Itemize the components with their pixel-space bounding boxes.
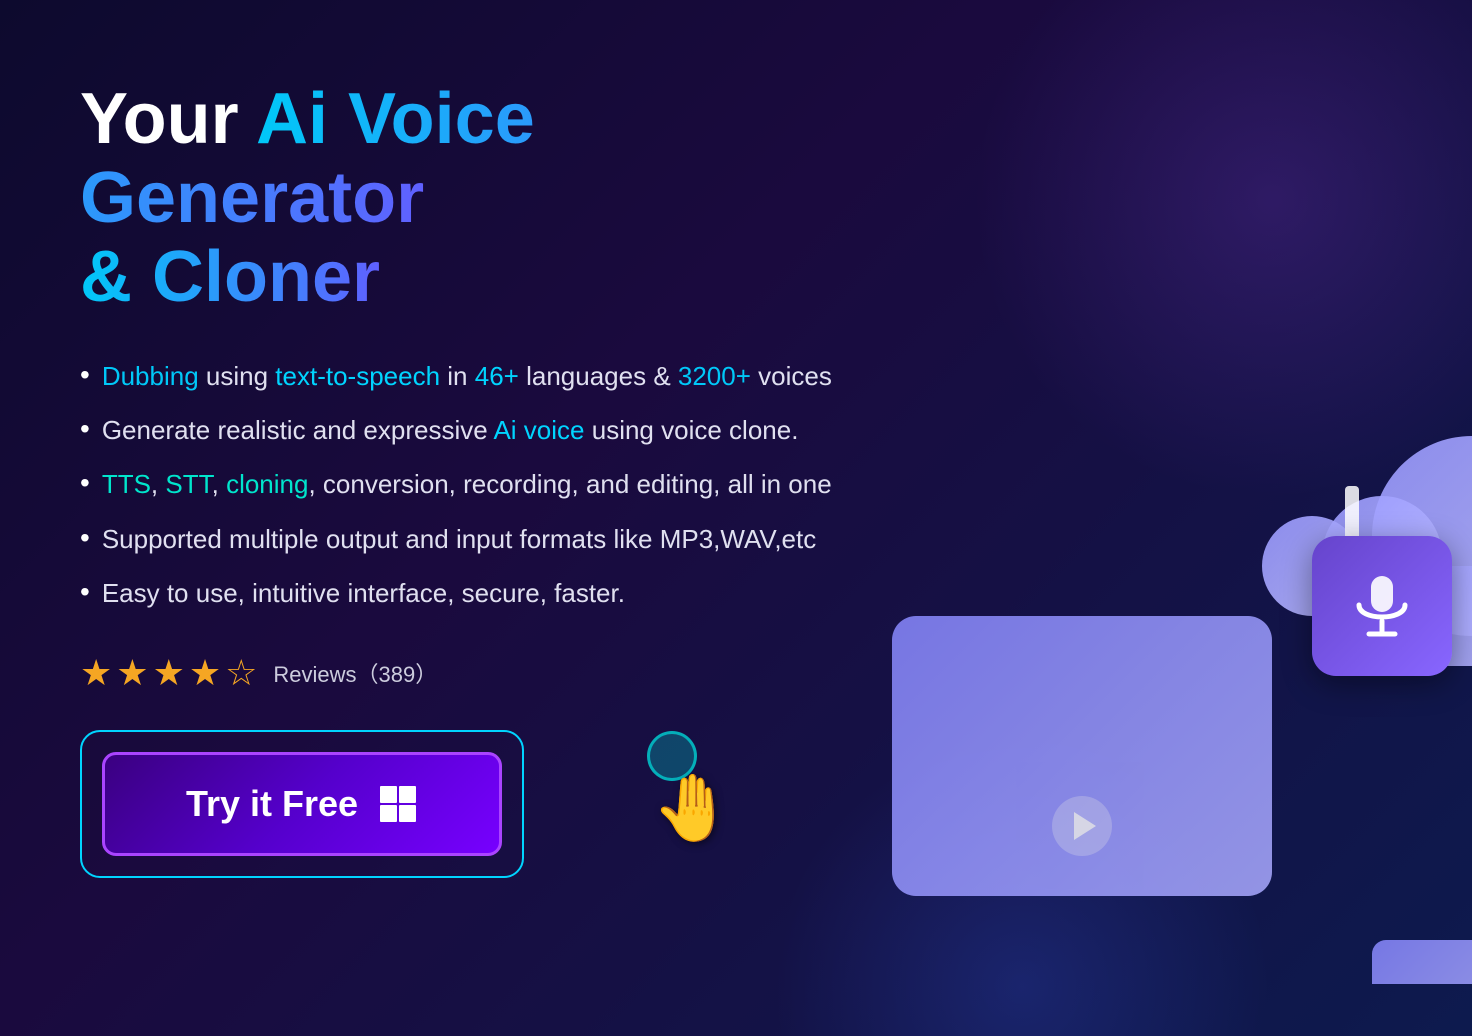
- folder-main: [892, 616, 1272, 896]
- feature-2-text: Generate realistic and expressive Ai voi…: [102, 412, 799, 448]
- hand-cursor-icon: 🤚: [652, 770, 733, 846]
- headline-blue2: & Cloner: [80, 237, 380, 317]
- feature-item-1: Dubbing using text-to-speech in 46+ lang…: [80, 358, 860, 394]
- feature-5-text: Easy to use, intuitive interface, secure…: [102, 575, 625, 611]
- feature-1-tts: text-to-speech: [275, 361, 440, 391]
- illustration: [812, 356, 1432, 1036]
- star-5: ☆: [225, 652, 257, 694]
- feature-item-2: Generate realistic and expressive Ai voi…: [80, 412, 860, 448]
- feature-4-text: Supported multiple output and input form…: [102, 521, 816, 557]
- cta-container: Try it Free 🤚: [80, 730, 524, 878]
- reviews-row: ★ ★ ★ ★ ☆ Reviews（389）: [80, 652, 860, 694]
- feature-3-tts: TTS: [102, 469, 151, 499]
- folder-play-triangle: [1074, 812, 1096, 840]
- feature-2-aivoice: Ai voice: [493, 415, 584, 445]
- feature-3-text: TTS, STT, cloning, conversion, recording…: [102, 466, 832, 502]
- reviews-label: Reviews（389）: [273, 657, 437, 689]
- feature-3-cloning: cloning: [226, 469, 308, 499]
- feature-1-text: Dubbing using text-to-speech in 46+ lang…: [102, 358, 832, 394]
- mic-icon: [1347, 571, 1417, 641]
- feature-1-langs: 46+: [475, 361, 519, 391]
- try-button-label: Try it Free: [186, 783, 358, 825]
- headline-white: Your: [80, 79, 256, 159]
- try-it-free-button[interactable]: Try it Free: [102, 752, 502, 856]
- folder-tab: [1372, 940, 1472, 984]
- feature-3-stt: STT: [165, 469, 211, 499]
- features-list: Dubbing using text-to-speech in 46+ lang…: [80, 358, 860, 612]
- mic-card: [1312, 536, 1452, 676]
- feature-item-4: Supported multiple output and input form…: [80, 521, 860, 557]
- star-rating: ★ ★ ★ ★ ☆: [80, 652, 257, 694]
- content-area: Your Ai Voice Generator & Cloner Dubbing…: [80, 60, 860, 878]
- star-3: ★: [153, 652, 185, 694]
- star-1: ★: [80, 652, 112, 694]
- windows-icon: [378, 784, 418, 824]
- feature-item-5: Easy to use, intuitive interface, secure…: [80, 575, 860, 611]
- main-container: Your Ai Voice Generator & Cloner Dubbing…: [0, 0, 1472, 1036]
- star-4: ★: [189, 652, 221, 694]
- feature-1-voices: 3200+: [678, 361, 751, 391]
- feature-1-dubbing: Dubbing: [102, 361, 199, 391]
- feature-item-3: TTS, STT, cloning, conversion, recording…: [80, 466, 860, 502]
- star-2: ★: [116, 652, 148, 694]
- folder-play-button: [1052, 796, 1112, 856]
- headline: Your Ai Voice Generator & Cloner: [80, 80, 860, 318]
